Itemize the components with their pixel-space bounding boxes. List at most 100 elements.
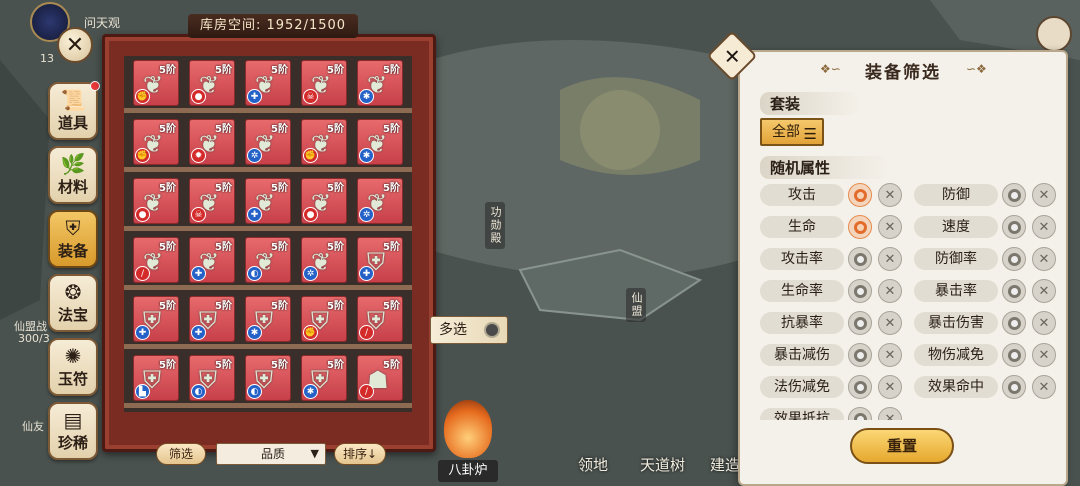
exclude-toggle-icon[interactable]: ✕ bbox=[878, 183, 902, 207]
equipment-slot[interactable]: ❦ 5阶 ✊ bbox=[133, 60, 179, 106]
equipment-slot[interactable]: ❦ 5阶 ✊ bbox=[133, 119, 179, 165]
equipment-slot[interactable]: ❦ 5阶 ✲ bbox=[301, 237, 347, 283]
equipment-slot[interactable]: ⛨ 5阶 ✊ bbox=[301, 296, 347, 342]
exclude-toggle-icon[interactable]: ✕ bbox=[1032, 247, 1056, 271]
exclude-toggle-icon[interactable]: ✕ bbox=[1032, 279, 1056, 303]
include-toggle-icon[interactable] bbox=[1002, 279, 1026, 303]
equipment-slot[interactable]: ❦ 5阶 ✱ bbox=[357, 119, 403, 165]
category-tab-talisman[interactable]: ✺ 玉符 bbox=[48, 338, 98, 396]
decor-right-icon: ∽❖ bbox=[966, 62, 987, 76]
reset-button[interactable]: 重置 bbox=[850, 428, 954, 464]
exclude-toggle-icon[interactable]: ✕ bbox=[1032, 215, 1056, 239]
toggle-switch[interactable] bbox=[484, 322, 500, 338]
exclude-toggle-icon[interactable]: ✕ bbox=[878, 279, 902, 303]
equipment-slot[interactable]: ⛨ 5阶 ✚ bbox=[133, 296, 179, 342]
guild-label[interactable]: 仙盟 bbox=[626, 288, 646, 322]
equipment-slot[interactable]: ❦ 5阶 ☠ bbox=[189, 178, 235, 224]
include-toggle-icon[interactable] bbox=[848, 279, 872, 303]
settings-icon[interactable] bbox=[1036, 16, 1072, 52]
category-tab-equipment[interactable]: ⛨ 装备 bbox=[48, 210, 98, 268]
equipment-slot[interactable]: ❦ 5阶 ● bbox=[133, 178, 179, 224]
include-toggle-icon[interactable] bbox=[848, 343, 872, 367]
bagua-furnace[interactable]: 八卦炉 bbox=[436, 400, 500, 486]
set-all-button[interactable]: 全部 ☰ bbox=[760, 118, 824, 146]
sort-dropdown[interactable]: 品质 ▼ bbox=[216, 443, 326, 465]
include-toggle-icon[interactable] bbox=[1002, 215, 1026, 239]
close-icon: ✕ bbox=[723, 44, 741, 69]
include-toggle-icon[interactable] bbox=[1002, 375, 1026, 399]
exclude-toggle-icon[interactable]: ✕ bbox=[1032, 375, 1056, 399]
filter-button[interactable]: 筛选 bbox=[156, 443, 206, 465]
equipment-slot[interactable]: ❦ 5阶 ✚ bbox=[245, 178, 291, 224]
include-toggle-icon[interactable] bbox=[1002, 247, 1026, 271]
close-icon[interactable]: ✕ bbox=[57, 27, 93, 63]
equipment-slot[interactable]: ❦ 5阶 ✊ bbox=[301, 119, 347, 165]
equipment-slot[interactable]: ❦ 5阶 ✚ bbox=[245, 60, 291, 106]
sort-order-button[interactable]: 排序↓ bbox=[334, 443, 386, 465]
exclude-toggle-icon[interactable]: ✕ bbox=[1032, 343, 1056, 367]
tier-label: 5阶 bbox=[215, 183, 232, 194]
equipment-slot[interactable]: ⛨ 5阶 ✱ bbox=[245, 296, 291, 342]
equipment-slot[interactable]: ☗ 5阶 / bbox=[357, 355, 403, 401]
equipment-slot[interactable]: ⛨ 5阶 ✚ bbox=[189, 296, 235, 342]
equipment-slot[interactable]: ❦ 5阶 ● bbox=[301, 178, 347, 224]
equipment-slot[interactable]: ❦ 5阶 ✲ bbox=[245, 119, 291, 165]
exclude-toggle-icon[interactable]: ✕ bbox=[878, 247, 902, 271]
equipment-slot[interactable]: ❦ 5阶 ● bbox=[189, 60, 235, 106]
exclude-toggle-icon[interactable]: ✕ bbox=[1032, 183, 1056, 207]
merit-hall-label[interactable]: 功勋殿 bbox=[485, 202, 505, 249]
equipment-slot[interactable]: ⛨ 5阶 ✱ bbox=[301, 355, 347, 401]
equipment-slot[interactable]: ⛨ 5阶 / bbox=[357, 296, 403, 342]
equipment-slot[interactable]: ⛨ 5阶 ✚ bbox=[357, 237, 403, 283]
category-tab-materials[interactable]: 🌿 材料 bbox=[48, 146, 98, 204]
include-toggle-icon[interactable] bbox=[848, 375, 872, 399]
nav-territory[interactable]: 领地 bbox=[578, 454, 608, 475]
star-icon: ✱ bbox=[359, 148, 374, 163]
storage-value: 1952/1500 bbox=[266, 18, 347, 33]
tier-label: 5阶 bbox=[215, 301, 232, 312]
shelf-board bbox=[124, 403, 412, 408]
include-toggle-icon[interactable] bbox=[848, 247, 872, 271]
equipment-slot[interactable]: ⛨ 5阶 ◐ bbox=[245, 355, 291, 401]
tier-label: 5阶 bbox=[271, 183, 288, 194]
equipment-slot[interactable]: ❦ 5阶 ✹ bbox=[189, 119, 235, 165]
equipment-slot[interactable]: ❦ 5阶 ✚ bbox=[189, 237, 235, 283]
tier-label: 5阶 bbox=[215, 124, 232, 135]
exclude-toggle-icon[interactable]: ✕ bbox=[878, 343, 902, 367]
attribute-name: 效果命中 bbox=[914, 376, 998, 398]
exclude-toggle-icon[interactable]: ✕ bbox=[878, 215, 902, 239]
tier-label: 5阶 bbox=[327, 242, 344, 253]
include-toggle-icon[interactable] bbox=[848, 407, 872, 420]
multi-select-toggle[interactable]: 多选 bbox=[430, 316, 508, 344]
include-toggle-icon[interactable] bbox=[1002, 343, 1026, 367]
equipment-slot[interactable]: ⛨ 5阶 ▙ bbox=[133, 355, 179, 401]
category-tab-items[interactable]: 📜 道具 bbox=[48, 81, 100, 140]
include-toggle-icon[interactable] bbox=[848, 183, 872, 207]
exclude-toggle-icon[interactable]: ✕ bbox=[878, 375, 902, 399]
include-toggle-icon[interactable] bbox=[848, 311, 872, 335]
fist-icon: ✊ bbox=[135, 89, 150, 104]
nav-heaven-tree[interactable]: 天道树 bbox=[640, 454, 685, 475]
category-tab-rare[interactable]: ▤ 珍稀 bbox=[48, 402, 98, 460]
include-toggle-icon[interactable] bbox=[848, 215, 872, 239]
shelf-board bbox=[124, 167, 412, 172]
equipment-slot[interactable]: ❦ 5阶 ✱ bbox=[357, 60, 403, 106]
include-toggle-icon[interactable] bbox=[1002, 183, 1026, 207]
nav-build[interactable]: 建造 bbox=[710, 454, 740, 475]
storage-label: 库房空间: bbox=[199, 18, 262, 33]
list-icon: ☰ bbox=[803, 125, 817, 143]
sword-icon: / bbox=[359, 325, 374, 340]
category-tab-treasure[interactable]: ❂ 法宝 bbox=[48, 274, 98, 332]
tier-label: 5阶 bbox=[383, 183, 400, 194]
attribute-name: 防御 bbox=[914, 184, 998, 206]
equipment-slot[interactable]: ❦ 5阶 ◐ bbox=[245, 237, 291, 283]
equipment-slot[interactable]: ❦ 5阶 / bbox=[133, 237, 179, 283]
equipment-slot[interactable]: ⛨ 5阶 ◐ bbox=[189, 355, 235, 401]
cross-icon: ✚ bbox=[135, 325, 150, 340]
exclude-toggle-icon[interactable]: ✕ bbox=[1032, 311, 1056, 335]
exclude-toggle-icon[interactable]: ✕ bbox=[878, 311, 902, 335]
equipment-slot[interactable]: ❦ 5阶 ✲ bbox=[357, 178, 403, 224]
include-toggle-icon[interactable] bbox=[1002, 311, 1026, 335]
equipment-slot[interactable]: ❦ 5阶 ☠ bbox=[301, 60, 347, 106]
exclude-toggle-icon[interactable]: ✕ bbox=[878, 407, 902, 420]
